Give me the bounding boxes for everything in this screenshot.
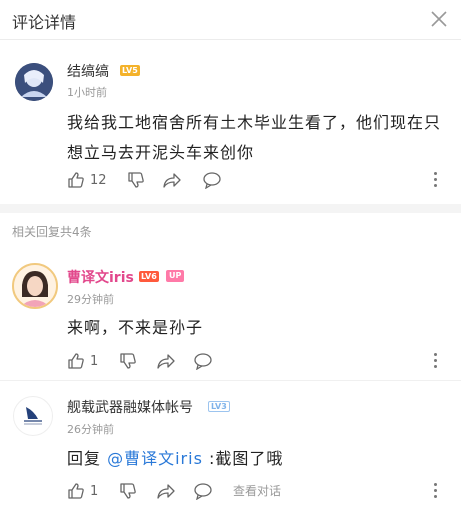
dislike-button[interactable] <box>119 480 137 502</box>
comment-text-line: 我给我工地宿舍所有土木毕业生看了，他们现在只 <box>67 113 442 132</box>
reply-prefix: 回复 <box>67 449 108 468</box>
comment-text: 来啊，不来是孙子 <box>67 318 204 337</box>
mention-link[interactable]: @曹译文iris <box>107 449 203 468</box>
thumbs-up-icon <box>68 353 84 369</box>
comment-actions: 12 <box>0 169 461 191</box>
header: 评论详情 <box>0 0 461 40</box>
up-badge: UP <box>166 270 185 282</box>
section-separator <box>0 204 461 213</box>
share-icon <box>157 484 175 499</box>
thumbs-down-icon <box>120 483 136 499</box>
comment-time: 29分钟前 <box>67 293 114 306</box>
replies-count: 相关回复共4条 <box>12 225 92 239</box>
author-name[interactable]: 曹译文iris <box>67 267 134 287</box>
avatar[interactable] <box>13 396 53 436</box>
thumbs-down-icon <box>120 353 136 369</box>
view-conversation-link[interactable]: 查看对话 <box>233 482 281 499</box>
like-button[interactable]: 1 <box>67 480 98 502</box>
reply-button[interactable] <box>193 480 213 502</box>
thumbs-up-icon <box>68 172 84 188</box>
divider <box>0 380 461 381</box>
comment-bubble-icon <box>194 353 212 370</box>
reply-button[interactable] <box>202 169 222 191</box>
more-options-icon[interactable] <box>428 480 442 502</box>
dislike-button[interactable] <box>127 169 145 191</box>
level-badge: LV6 <box>139 271 159 282</box>
dislike-button[interactable] <box>119 350 137 372</box>
comment-text-line: 想立马去开泥头车来创你 <box>67 143 255 162</box>
comment-bubble-icon <box>203 172 221 189</box>
like-count: 12 <box>90 172 107 188</box>
comment-actions: 1 <box>0 350 461 372</box>
comment-time: 1小时前 <box>67 86 107 99</box>
comment-actions: 1 查看对话 <box>0 480 461 502</box>
share-button[interactable] <box>156 350 176 372</box>
more-options-icon[interactable] <box>428 350 442 372</box>
author-name[interactable]: 结缟缟 <box>67 61 109 81</box>
reply-button[interactable] <box>193 350 213 372</box>
comment-text: 回复 @曹译文iris :截图了哦 <box>67 444 452 474</box>
more-options-icon[interactable] <box>428 169 442 191</box>
like-button[interactable]: 1 <box>67 350 98 372</box>
comment-text: 我给我工地宿舍所有土木毕业生看了，他们现在只 想立马去开泥头车来创你 <box>67 108 452 168</box>
comment-bubble-icon <box>194 483 212 500</box>
share-icon <box>163 173 181 188</box>
avatar[interactable] <box>15 63 53 101</box>
share-icon <box>157 354 175 369</box>
share-button[interactable] <box>162 169 182 191</box>
like-button[interactable]: 12 <box>67 169 107 191</box>
close-icon[interactable] <box>426 6 452 32</box>
share-button[interactable] <box>156 480 176 502</box>
thumbs-up-icon <box>68 483 84 499</box>
level-badge: LV3 <box>208 401 230 412</box>
author-name[interactable]: 舰载武器融媒体帐号 <box>67 397 193 417</box>
like-count: 1 <box>90 353 99 369</box>
reply-text: :截图了哦 <box>202 449 284 468</box>
avatar[interactable] <box>12 263 58 309</box>
like-count: 1 <box>90 483 99 499</box>
level-badge: LV5 <box>120 65 140 76</box>
thumbs-down-icon <box>128 172 144 188</box>
page-title: 评论详情 <box>12 13 77 32</box>
comment-time: 26分钟前 <box>67 423 114 436</box>
